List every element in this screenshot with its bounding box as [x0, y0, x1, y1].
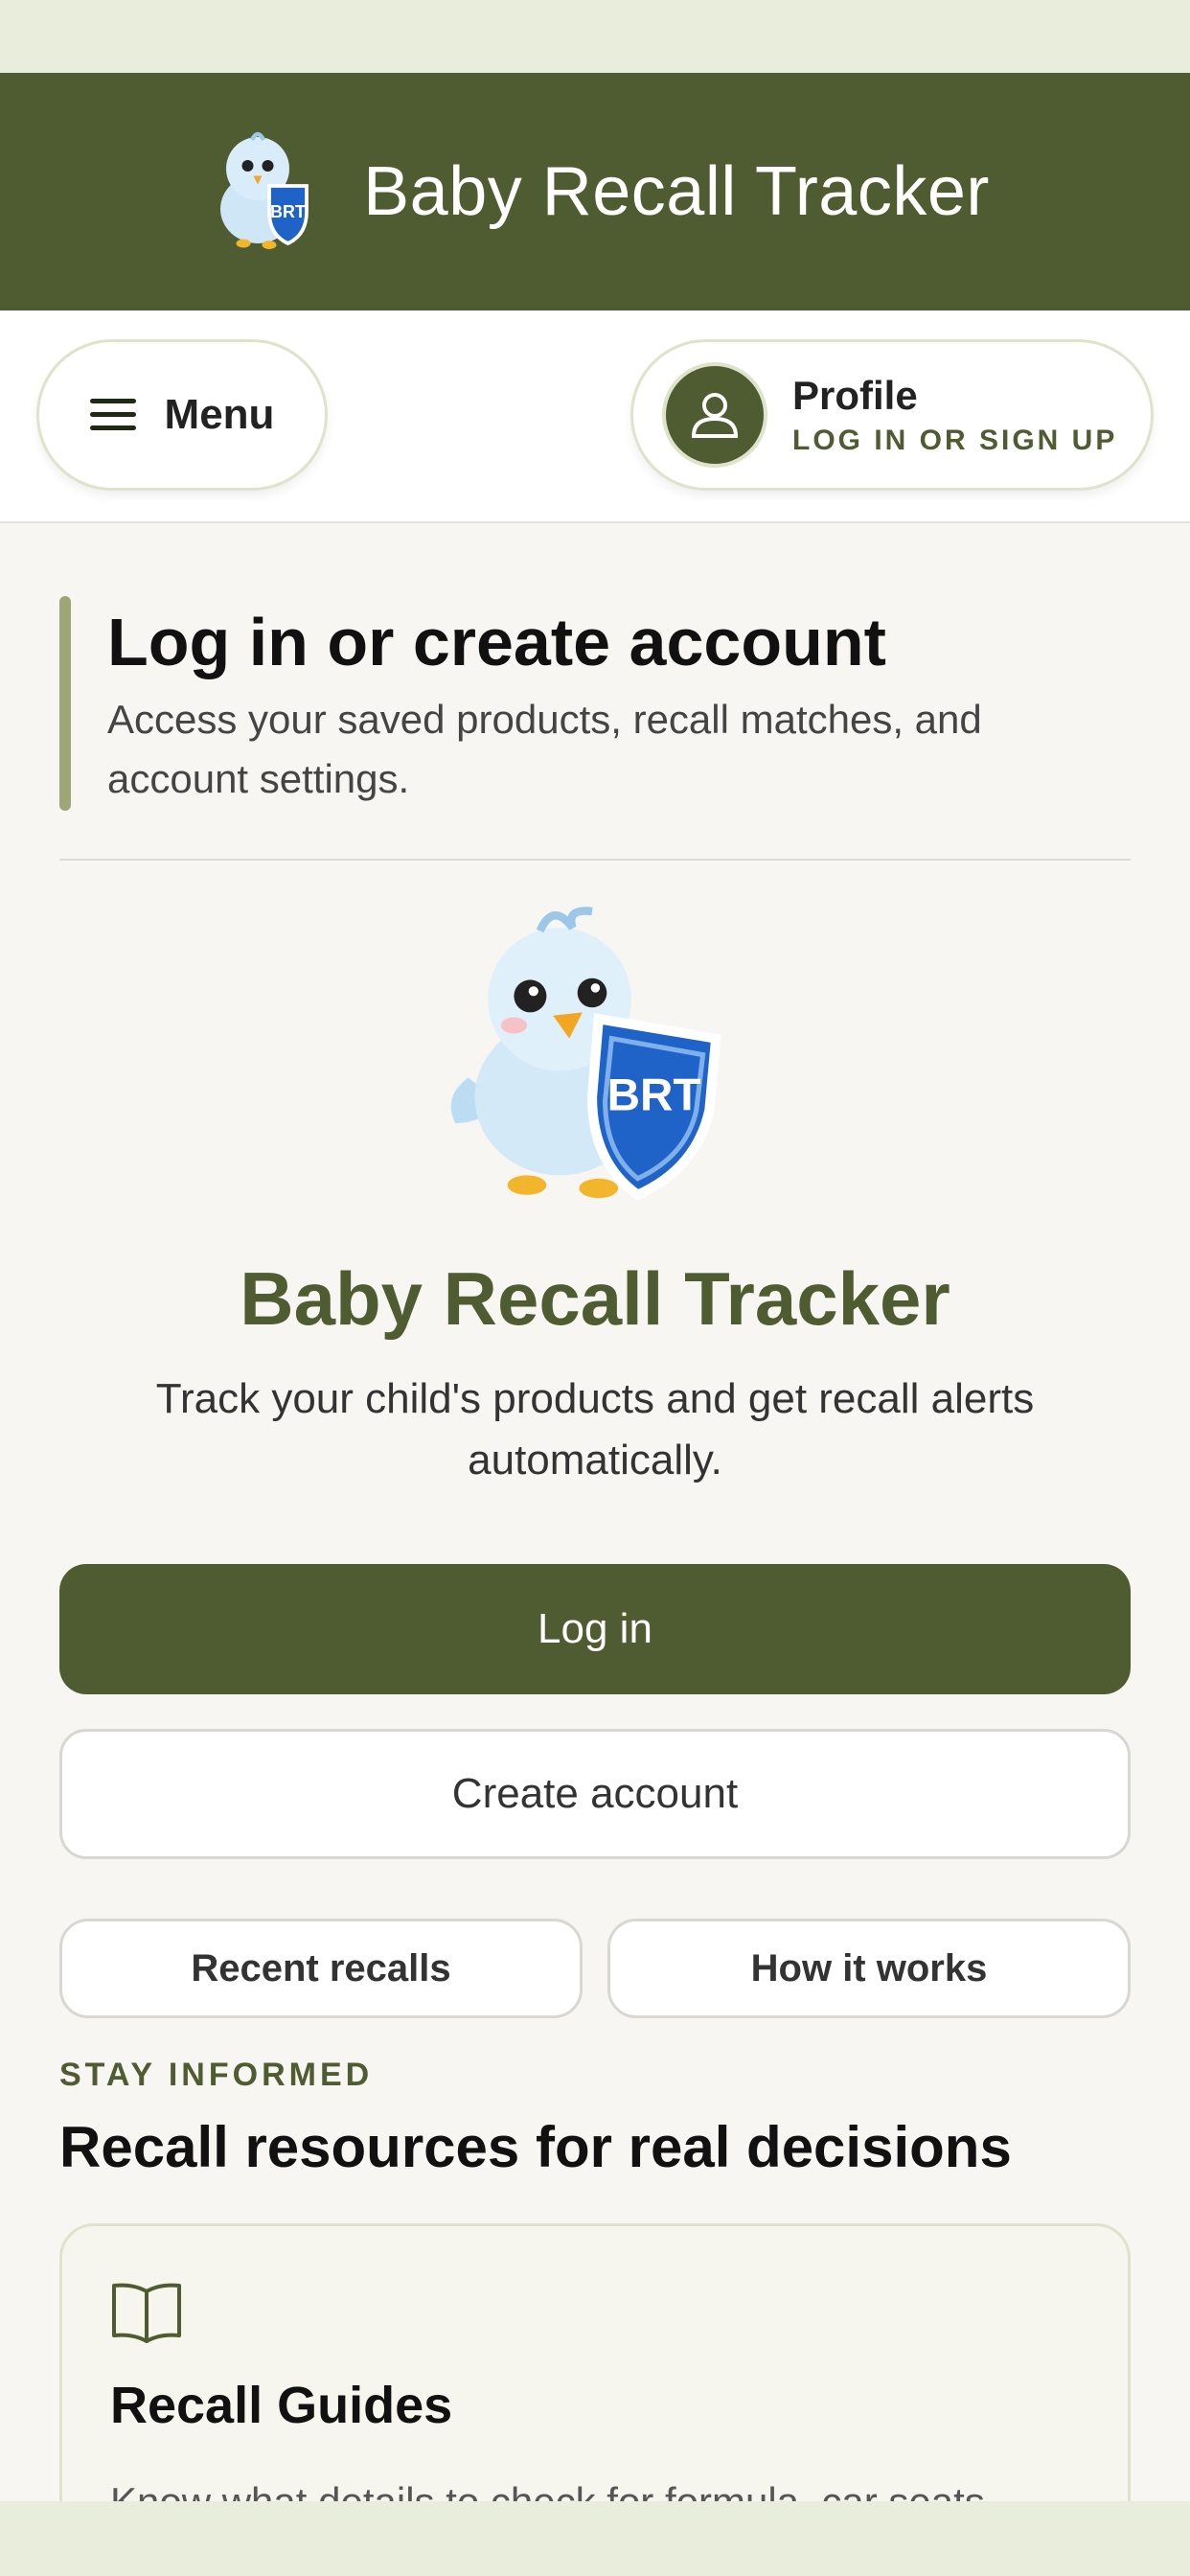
profile-title: Profile: [792, 373, 918, 418]
page-title: Log in or create account: [107, 605, 886, 679]
hamburger-icon: [89, 399, 136, 431]
create-account-button[interactable]: Create account: [59, 1729, 1131, 1859]
mascot-icon: BRT: [450, 907, 721, 1201]
accent-bar: [59, 596, 71, 811]
svg-text:BRT: BRT: [270, 202, 306, 221]
top-nav: Menu Profile LOG IN OR SIGN UP: [0, 310, 1190, 523]
page-description: Access your saved products, recall match…: [107, 697, 982, 801]
book-open-icon: [112, 2283, 181, 2343]
profile-subtitle: LOG IN OR SIGN UP: [792, 425, 1118, 456]
section-eyebrow: STAY INFORMED: [59, 2057, 374, 2093]
bottom-bar: [0, 2501, 1190, 2576]
brand-tagline: Track your child's products and get reca…: [155, 1375, 1035, 1484]
profile-button[interactable]: Profile LOG IN OR SIGN UP: [630, 339, 1154, 491]
menu-label: Menu: [164, 391, 275, 438]
user-avatar: [662, 362, 767, 468]
mascot-logo-icon: BRT: [220, 131, 309, 249]
divider: [59, 859, 1131, 861]
status-bar: [0, 0, 1190, 73]
recent-recalls-button[interactable]: Recent recalls: [59, 1919, 583, 2018]
svg-text:BRT: BRT: [607, 1070, 701, 1120]
section-title: Recall resources for real decisions: [59, 2115, 1012, 2179]
how-it-works-button[interactable]: How it works: [607, 1919, 1131, 2018]
card-title: Recall Guides: [110, 2377, 453, 2434]
brand-name: Baby Recall Tracker: [240, 1256, 950, 1341]
menu-button[interactable]: Menu: [36, 339, 328, 491]
app-header: BRT Baby Recall Tracker: [0, 73, 1190, 310]
login-button[interactable]: Log in: [59, 1564, 1131, 1694]
user-icon: [691, 393, 739, 438]
app-title: Baby Recall Tracker: [363, 153, 990, 230]
